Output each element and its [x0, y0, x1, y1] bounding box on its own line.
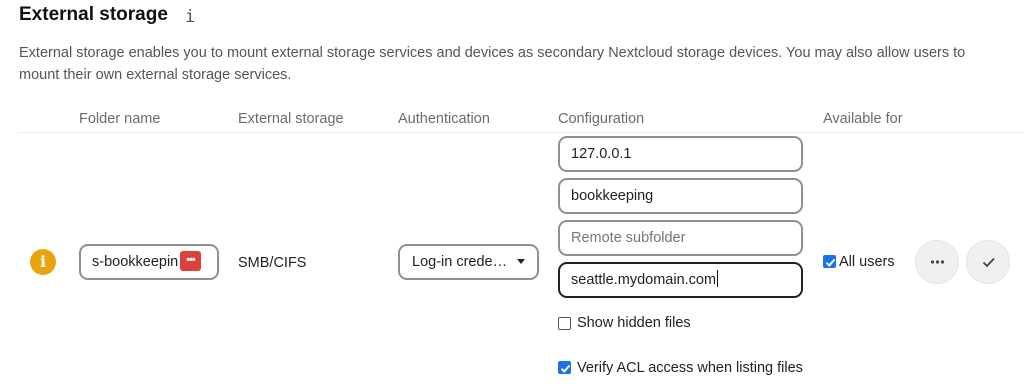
save-button[interactable] — [966, 240, 1010, 284]
authentication-select[interactable]: Log-in crede… — [398, 244, 539, 280]
header-authentication: Authentication — [398, 111, 490, 127]
domain-input[interactable]: seattle.mydomain.com — [558, 262, 803, 298]
more-horizontal-icon — [930, 260, 945, 264]
show-hidden-files-option[interactable]: Show hidden files — [558, 315, 808, 332]
remote-subfolder-input[interactable]: Remote subfolder — [558, 220, 803, 256]
domain-input-value: seattle.mydomain.com — [571, 272, 717, 288]
authentication-select-value: Log-in crede… — [412, 254, 508, 270]
header-folder-name: Folder name — [79, 111, 161, 127]
header-configuration: Configuration — [558, 111, 645, 127]
verify-acl-label: Verify ACL access when listing files — [577, 360, 803, 376]
info-icon[interactable]: i — [185, 7, 195, 27]
verify-acl-checkbox[interactable] — [558, 361, 571, 374]
share-input[interactable]: bookkeeping — [558, 178, 803, 214]
available-for-option[interactable]: All users — [823, 254, 903, 271]
show-hidden-files-label: Show hidden files — [577, 315, 691, 331]
header-available-for: Available for — [823, 111, 903, 127]
storage-type-label: SMB/CIFS — [238, 255, 307, 271]
text-cursor — [717, 270, 719, 287]
section-title: External storage — [19, 4, 168, 25]
all-users-label: All users — [839, 254, 895, 270]
status-info-icon[interactable]: i — [30, 249, 56, 275]
header-external-storage: External storage — [238, 111, 344, 127]
caret-down-icon — [517, 259, 525, 264]
checkmark-icon — [982, 257, 995, 268]
verify-acl-option[interactable]: Verify ACL access when listing files — [558, 360, 818, 377]
show-hidden-files-checkbox[interactable] — [558, 317, 571, 330]
host-input[interactable]: 127.0.0.1 — [558, 136, 803, 172]
all-users-checkbox[interactable] — [823, 255, 836, 268]
password-manager-icon[interactable]: ••• — [180, 251, 201, 271]
more-actions-button[interactable] — [915, 240, 959, 284]
section-description: External storage enables you to mount ex… — [19, 45, 966, 83]
header-divider — [18, 132, 1024, 133]
